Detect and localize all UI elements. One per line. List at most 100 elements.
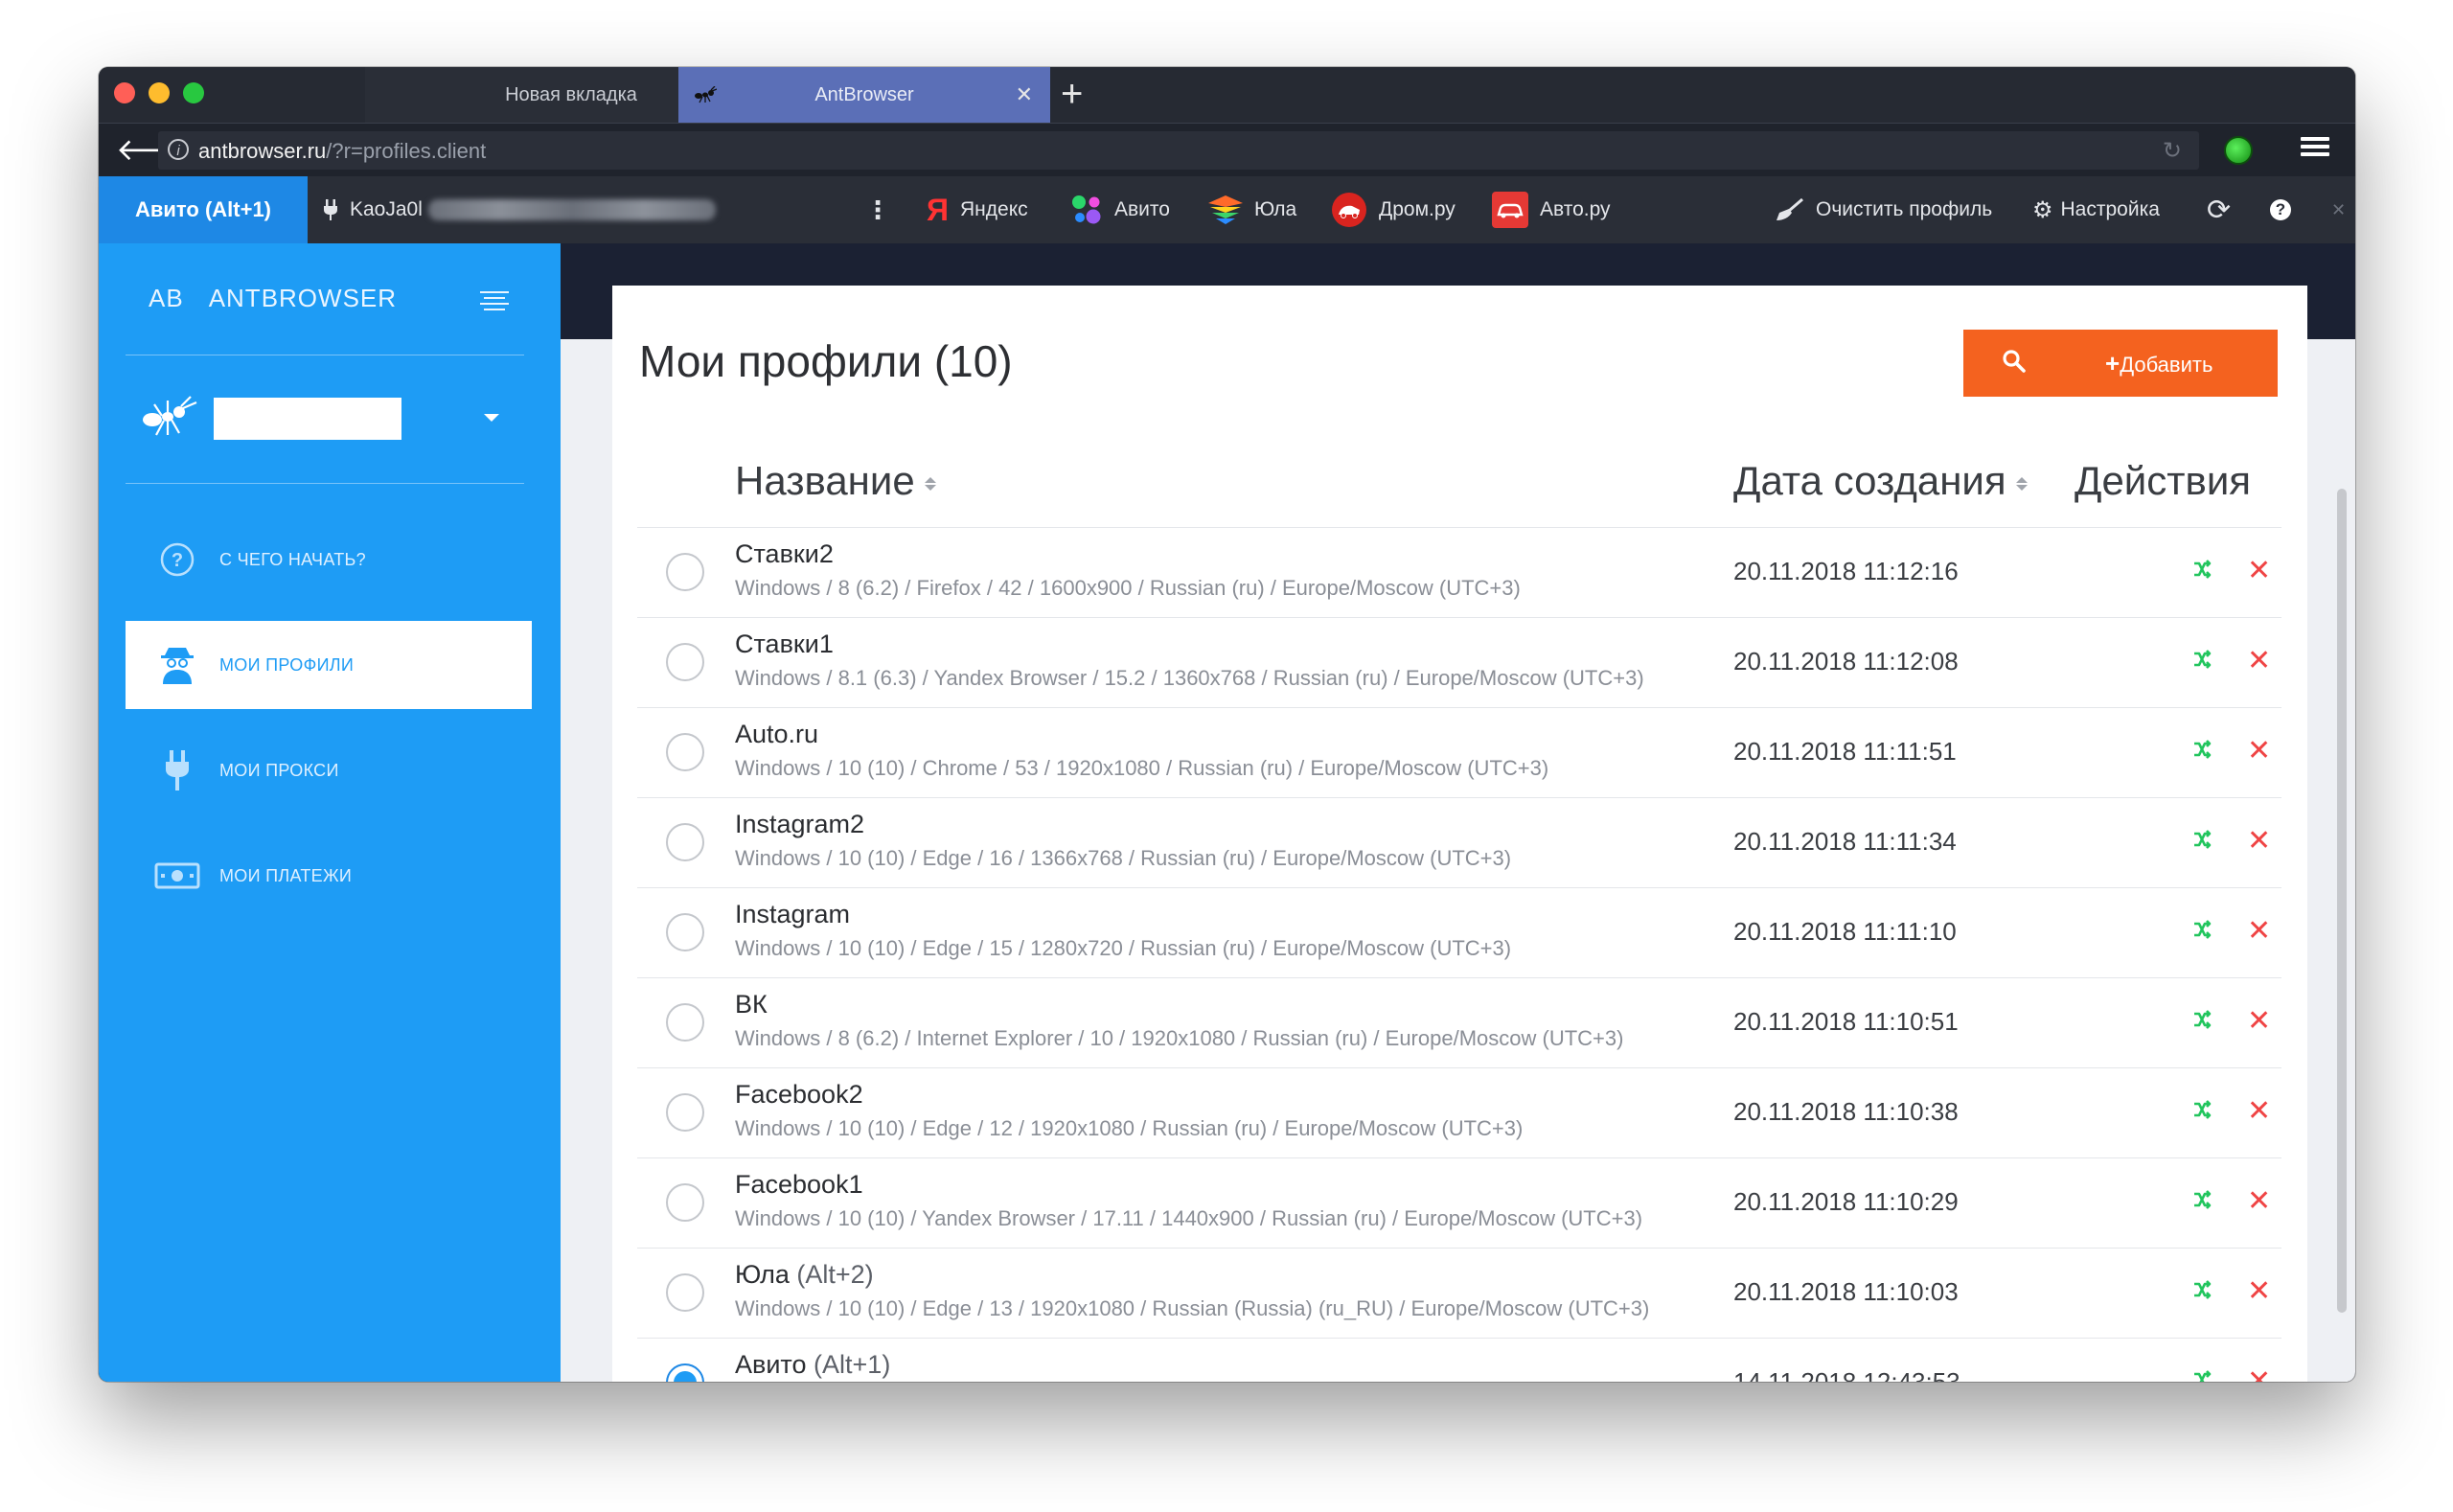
maximize-window-button[interactable] bbox=[183, 82, 204, 103]
profile-date: 20.11.2018 11:10:38 bbox=[1733, 1097, 1959, 1126]
profile-date: 20.11.2018 11:12:08 bbox=[1733, 647, 1959, 676]
delete-icon[interactable]: ✕ bbox=[2247, 1277, 2271, 1306]
delete-icon[interactable]: ✕ bbox=[2247, 1187, 2271, 1216]
tab-label: Новая вкладка bbox=[505, 83, 637, 105]
sidebar-item-profiles[interactable]: МОИ ПРОФИЛИ bbox=[126, 621, 532, 709]
reload-icon[interactable]: ↻ bbox=[2163, 137, 2182, 165]
more-vertical-icon[interactable]: ⋮ bbox=[865, 176, 890, 243]
start-profile-icon[interactable] bbox=[2191, 557, 2216, 586]
table-row[interactable]: Instagram2 Windows / 10 (10) / Edge / 16… bbox=[637, 797, 2281, 886]
select-radio[interactable] bbox=[666, 643, 704, 681]
chevron-down-icon[interactable] bbox=[484, 414, 499, 422]
delete-icon[interactable]: ✕ bbox=[2247, 737, 2271, 766]
select-radio[interactable] bbox=[666, 1093, 704, 1132]
start-profile-icon[interactable] bbox=[2191, 1187, 2216, 1217]
proxy-indicator[interactable]: KaoJa0l bbox=[323, 176, 716, 243]
select-radio[interactable] bbox=[666, 1273, 704, 1312]
select-radio[interactable] bbox=[666, 553, 704, 591]
sidebar-item-payments[interactable]: МОИ ПЛАТЕЖИ bbox=[126, 832, 532, 920]
select-radio[interactable] bbox=[666, 733, 704, 771]
delete-icon[interactable]: ✕ bbox=[2247, 827, 2271, 856]
close-bar-icon[interactable]: ✕ bbox=[2331, 176, 2346, 243]
start-profile-icon[interactable] bbox=[2191, 1097, 2216, 1127]
add-profile-button[interactable]: +Добавить bbox=[2105, 349, 2212, 378]
select-radio[interactable] bbox=[666, 1363, 704, 1382]
tab-antbrowser[interactable]: AntBrowser ✕ bbox=[678, 67, 1050, 123]
table-row[interactable]: Auto.ru Windows / 10 (10) / Chrome / 53 … bbox=[637, 707, 2281, 796]
sidebar-item-getting-started[interactable]: ? С ЧЕГО НАЧАТЬ? bbox=[126, 515, 532, 604]
column-header-name[interactable]: Название bbox=[735, 458, 936, 504]
table-row[interactable]: Авито (Alt+1) Windows / 8 (6.2) / Firefo… bbox=[637, 1338, 2281, 1382]
start-profile-icon[interactable] bbox=[2191, 1367, 2216, 1382]
sort-icon[interactable] bbox=[2015, 476, 2028, 491]
table-row[interactable]: ВК Windows / 8 (6.2) / Internet Explorer… bbox=[637, 977, 2281, 1066]
table-row[interactable]: Facebook1 Windows / 10 (10) / Yandex Bro… bbox=[637, 1157, 2281, 1247]
profile-description: Windows / 10 (10) / Chrome / 53 / 1920x1… bbox=[735, 756, 1549, 780]
select-radio[interactable] bbox=[666, 823, 704, 861]
table-row[interactable]: Ставки2 Windows / 8 (6.2) / Firefox / 42… bbox=[637, 527, 2281, 616]
delete-icon[interactable]: ✕ bbox=[2247, 1097, 2271, 1126]
select-radio[interactable] bbox=[666, 1183, 704, 1222]
search-add-button[interactable]: +Добавить bbox=[1963, 330, 2278, 397]
connection-status-icon[interactable] bbox=[2224, 136, 2253, 165]
help-icon[interactable]: ? bbox=[2270, 176, 2291, 243]
clear-profile-button[interactable]: Очистить профиль bbox=[1776, 176, 1992, 243]
url-text[interactable]: antbrowser.ru/?r=profiles.client bbox=[198, 139, 486, 164]
ant-logo-icon bbox=[141, 395, 198, 442]
select-radio[interactable] bbox=[666, 1003, 704, 1042]
profile-name: Авито (Alt+1) bbox=[735, 1350, 891, 1379]
sidebar-toggle-icon[interactable] bbox=[480, 287, 509, 314]
profile-description: Windows / 8 (6.2) / Firefox / 42 / 1600x… bbox=[735, 576, 1521, 600]
profile-description: Windows / 10 (10) / Yandex Browser / 17.… bbox=[735, 1206, 1643, 1230]
profile-name: Auto.ru bbox=[735, 720, 819, 748]
search-icon[interactable] bbox=[2002, 349, 2027, 377]
question-icon: ? bbox=[149, 541, 206, 578]
delete-icon[interactable]: ✕ bbox=[2247, 647, 2271, 676]
bookmark-autoru[interactable]: Авто.ру bbox=[1492, 176, 1611, 243]
url-field[interactable]: i antbrowser.ru/?r=profiles.client ↻ bbox=[158, 131, 2199, 170]
sort-icon[interactable] bbox=[924, 476, 936, 491]
delete-icon[interactable]: ✕ bbox=[2247, 557, 2271, 585]
profile-description: Windows / 10 (10) / Edge / 15 / 1280x720… bbox=[735, 936, 1512, 960]
start-profile-icon[interactable] bbox=[2191, 1277, 2216, 1307]
bookmark-avito[interactable]: Авито bbox=[1070, 176, 1170, 243]
profile-name: Ставки1 bbox=[735, 630, 834, 658]
scrollbar-thumb[interactable] bbox=[2337, 489, 2347, 1313]
brand-logo[interactable]: AB ANTBROWSER bbox=[149, 284, 397, 313]
settings-button[interactable]: ⚙ Настройка bbox=[2032, 176, 2160, 243]
profile-name: Юла (Alt+2) bbox=[735, 1260, 874, 1289]
info-icon[interactable]: i bbox=[168, 139, 189, 160]
start-profile-icon[interactable] bbox=[2191, 737, 2216, 767]
bookmark-youla[interactable]: Юла bbox=[1208, 176, 1296, 243]
table-row[interactable]: Facebook2 Windows / 10 (10) / Edge / 12 … bbox=[637, 1067, 2281, 1157]
start-profile-icon[interactable] bbox=[2191, 917, 2216, 947]
active-profile-button[interactable]: Авито (Alt+1) bbox=[99, 176, 308, 243]
close-icon[interactable]: ✕ bbox=[1016, 82, 1033, 107]
avito-icon bbox=[1070, 194, 1103, 226]
delete-icon[interactable]: ✕ bbox=[2247, 1367, 2271, 1383]
bookmark-drom[interactable]: Дром.ру bbox=[1331, 176, 1456, 243]
sync-icon[interactable]: ⟳ bbox=[2207, 176, 2231, 243]
new-tab-button[interactable]: + bbox=[1061, 73, 1083, 115]
menu-icon[interactable] bbox=[2301, 133, 2329, 162]
tab-bar: Новая вкладка ✕ AntBrowser ✕ + bbox=[99, 67, 2355, 123]
table-row[interactable]: Ставки1 Windows / 8.1 (6.3) / Yandex Bro… bbox=[637, 617, 2281, 706]
table-row[interactable]: Юла (Alt+2) Windows / 10 (10) / Edge / 1… bbox=[637, 1248, 2281, 1337]
bookmark-yandex[interactable]: Я Яндекс bbox=[927, 176, 1028, 243]
minimize-window-button[interactable] bbox=[149, 82, 170, 103]
drom-icon bbox=[1331, 192, 1367, 228]
column-header-date[interactable]: Дата создания bbox=[1733, 458, 2028, 504]
sidebar-item-proxies[interactable]: МОИ ПРОКСИ bbox=[126, 726, 532, 814]
delete-icon[interactable]: ✕ bbox=[2247, 1007, 2271, 1036]
delete-icon[interactable]: ✕ bbox=[2247, 917, 2271, 946]
start-profile-icon[interactable] bbox=[2191, 1007, 2216, 1037]
column-header-actions: Действия bbox=[2075, 458, 2252, 503]
close-window-button[interactable] bbox=[114, 82, 135, 103]
table-row[interactable]: Instagram Windows / 10 (10) / Edge / 15 … bbox=[637, 887, 2281, 976]
select-radio[interactable] bbox=[666, 913, 704, 951]
start-profile-icon[interactable] bbox=[2191, 647, 2216, 676]
profile-date: 20.11.2018 11:10:51 bbox=[1733, 1007, 1959, 1036]
account-select[interactable] bbox=[214, 398, 401, 440]
profile-name: ВК bbox=[735, 990, 768, 1019]
start-profile-icon[interactable] bbox=[2191, 827, 2216, 857]
